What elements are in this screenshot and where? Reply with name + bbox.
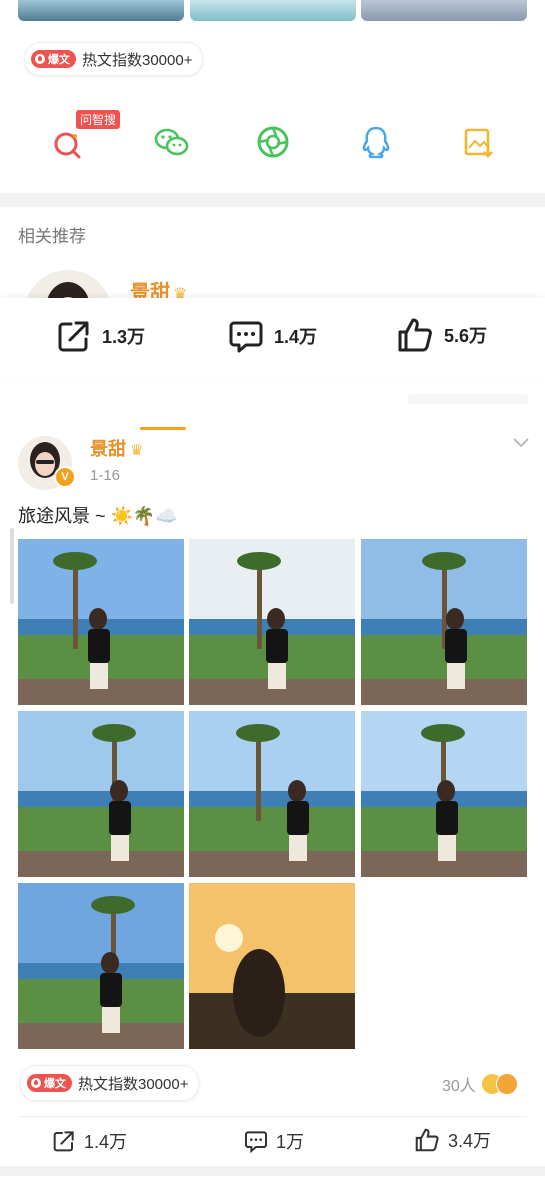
repost-icon: [58, 321, 89, 352]
moments-icon[interactable]: [253, 122, 293, 162]
hot-article-badge: 爆文: [31, 50, 76, 68]
fire-icon: [31, 1078, 41, 1088]
post-like-count: 3.4万: [448, 1131, 492, 1151]
post-hot-index-pill[interactable]: 爆文 热文指数30000+: [20, 1065, 200, 1101]
post-text: 旅途风景 ~ ☀️🌴☁️: [18, 506, 178, 526]
verified-badge: V: [54, 466, 76, 488]
prev-post-image-1[interactable]: [18, 0, 184, 21]
chevron-down-icon[interactable]: [512, 436, 530, 454]
repost-count: 1.3万: [102, 327, 146, 347]
reactions-count: 30人: [442, 1078, 476, 1095]
stats-bar: 1.3万 1.4万 5.6万: [0, 298, 545, 378]
wenzhisou-tag: 问智搜: [76, 110, 121, 129]
hot-index-text: 热文指数30000+: [82, 51, 193, 69]
like-count: 5.6万: [444, 326, 488, 346]
comment-icon: [245, 1131, 267, 1153]
post-photo[interactable]: [189, 883, 355, 1049]
crown-icon: ♛: [130, 442, 144, 459]
hot-index-text: 热文指数30000+: [78, 1075, 189, 1093]
post-photo[interactable]: [18, 883, 184, 1049]
hot-article-badge: 爆文: [27, 1074, 72, 1092]
scroll-indicator[interactable]: [10, 528, 14, 604]
grin-emoji-icon: [495, 1073, 518, 1095]
post-top-accent: [140, 427, 186, 430]
post-photo[interactable]: [361, 539, 527, 705]
repost-icon: [53, 1131, 74, 1152]
post-photo[interactable]: [189, 711, 355, 877]
post-photo[interactable]: [189, 539, 355, 705]
section-divider: [0, 1166, 545, 1176]
post-user-name[interactable]: 景甜 ♛: [90, 435, 143, 461]
related-title: 相关推荐: [18, 227, 86, 246]
post-photo[interactable]: [361, 711, 527, 877]
post-repost-button[interactable]: 1.4万: [52, 1128, 127, 1154]
repost-button[interactable]: 1.3万: [56, 318, 145, 354]
comment-icon: [229, 321, 263, 353]
watermark: [408, 394, 528, 404]
comment-count: 1.4万: [274, 327, 318, 347]
prev-post-image-2[interactable]: [190, 0, 356, 21]
thumbs-up-icon: [415, 1128, 439, 1152]
like-button[interactable]: 5.6万: [396, 316, 487, 354]
section-divider: [0, 193, 545, 207]
hot-index-pill[interactable]: 爆文 热文指数30000+: [24, 42, 204, 76]
post-photo[interactable]: [18, 539, 184, 705]
post-repost-count: 1.4万: [84, 1132, 128, 1152]
comment-button[interactable]: 1.4万: [228, 318, 317, 354]
wechat-icon[interactable]: [152, 122, 192, 162]
post-like-button[interactable]: 3.4万: [414, 1127, 491, 1153]
qq-icon[interactable]: [356, 122, 396, 162]
save-image-icon[interactable]: [458, 122, 498, 162]
fire-icon: [35, 54, 45, 64]
thumbs-up-icon: [398, 318, 432, 352]
prev-post-image-3[interactable]: [361, 0, 527, 21]
post-date: 1-16: [90, 467, 121, 484]
post-comment-count: 1万: [276, 1132, 305, 1152]
reactions-summary[interactable]: 30人: [442, 1072, 518, 1096]
post-actions-divider: [18, 1116, 527, 1117]
post-comment-button[interactable]: 1万: [244, 1128, 304, 1154]
post-photo[interactable]: [18, 711, 184, 877]
